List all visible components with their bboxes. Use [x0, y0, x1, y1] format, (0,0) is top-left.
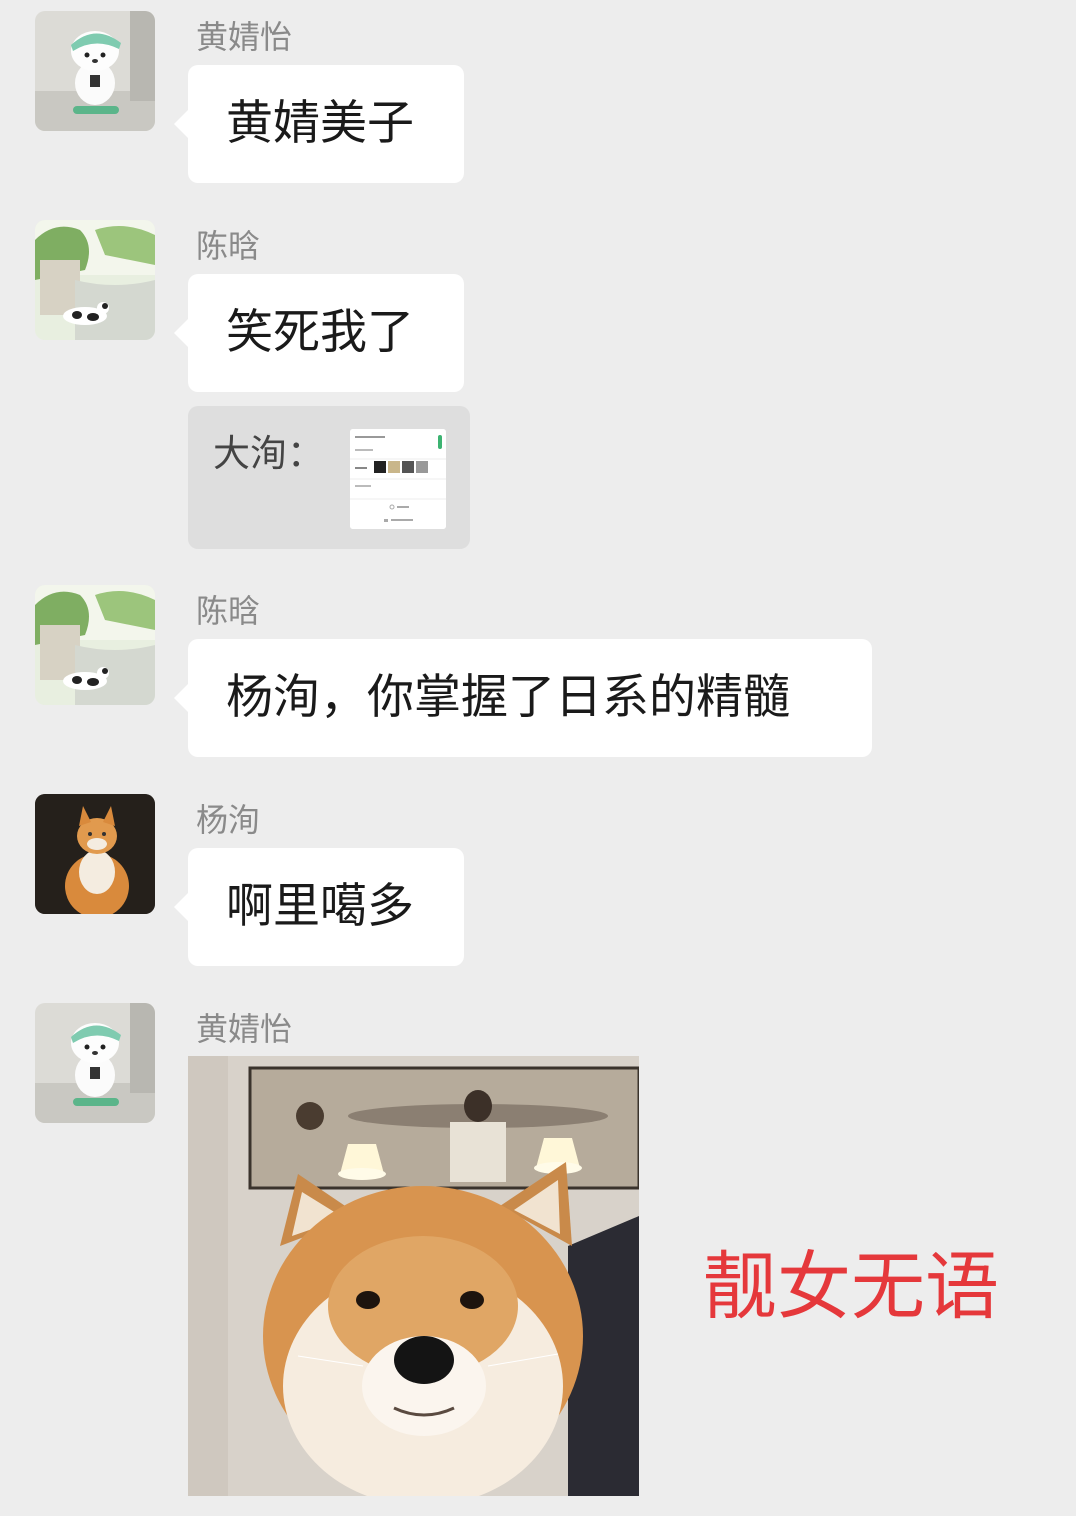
avatar-chen[interactable]	[35, 585, 155, 705]
message-bubble[interactable]: 啊里噶多	[174, 848, 464, 966]
message-bubble[interactable]: 杨洵，你掌握了日系的精髓	[174, 639, 872, 757]
sender-name: 陈晗	[196, 227, 261, 265]
avatar-huang[interactable]	[35, 1003, 155, 1123]
sender-name: 杨洵	[196, 801, 261, 839]
shiba-meme-image[interactable]	[188, 1056, 639, 1496]
meme-caption: 靓女无语	[703, 1244, 999, 1330]
message-bubble[interactable]: 黄婧美子	[174, 65, 464, 183]
sender-name: 陈晗	[196, 592, 261, 630]
quote-label: 大洵：	[213, 432, 324, 475]
message-bubble[interactable]: 笑死我了	[174, 274, 464, 392]
avatar-huang[interactable]	[35, 11, 155, 131]
sender-name: 黄婧怡	[196, 18, 293, 56]
quote-screenshot-thumbnail[interactable]	[350, 429, 446, 529]
quoted-message[interactable]: 大洵：	[188, 406, 470, 549]
avatar-yang[interactable]	[35, 794, 155, 914]
avatar-chen[interactable]	[35, 220, 155, 340]
sender-name: 黄婧怡	[196, 1010, 293, 1048]
